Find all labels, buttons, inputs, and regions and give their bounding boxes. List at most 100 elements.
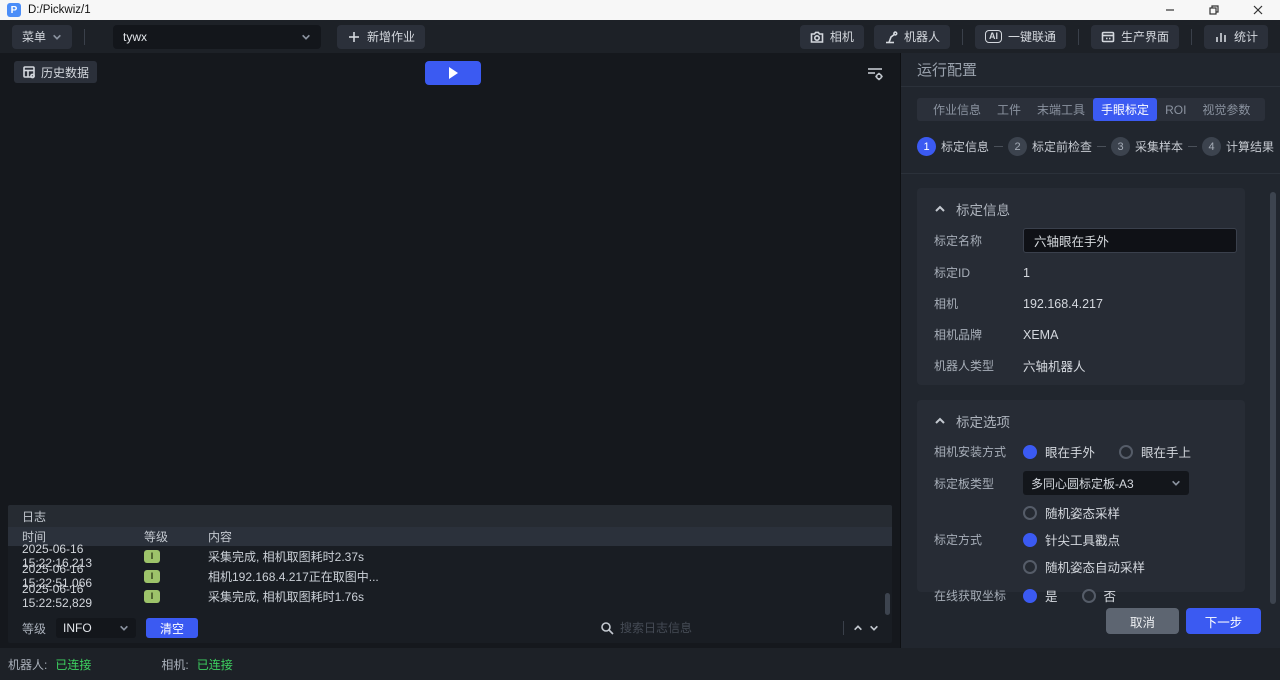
radio-tip-tool-poke[interactable]: 针尖工具戳点 bbox=[1023, 530, 1145, 549]
tab-workpiece[interactable]: 工件 bbox=[989, 98, 1029, 121]
radio-label: 眼在手上 bbox=[1141, 442, 1191, 461]
form-row-robot-type: 机器人类型 六轴机器人 bbox=[934, 354, 1245, 377]
tab-vision-params[interactable]: 视觉参数 bbox=[1194, 98, 1258, 121]
filter-gear-icon bbox=[866, 64, 884, 82]
next-step-button[interactable]: 下一步 bbox=[1186, 608, 1261, 634]
section-title: 标定选项 bbox=[956, 411, 1010, 431]
radio-online-yes[interactable]: 是 bbox=[1023, 586, 1058, 605]
tab-roi[interactable]: ROI bbox=[1157, 100, 1194, 120]
radio-icon bbox=[1023, 445, 1037, 459]
toolbar-divider bbox=[962, 29, 963, 45]
radio-online-no[interactable]: 否 bbox=[1082, 586, 1117, 605]
log-footer: 等级 INFO 清空 bbox=[8, 613, 892, 643]
menu-button[interactable]: 菜单 bbox=[12, 25, 72, 49]
step-4-label: 计算结果 bbox=[1226, 138, 1274, 155]
form-row-id: 标定ID 1 bbox=[934, 261, 1245, 284]
tab-job-info[interactable]: 作业信息 bbox=[925, 98, 989, 121]
robot-status-label: 机器人: bbox=[8, 656, 47, 673]
statusbar: 机器人: 已连接 相机: 已连接 bbox=[0, 648, 1280, 680]
clear-log-button[interactable]: 清空 bbox=[146, 618, 198, 638]
close-button[interactable] bbox=[1236, 0, 1280, 20]
minimize-button[interactable] bbox=[1148, 0, 1192, 20]
history-data-label: 历史数据 bbox=[41, 64, 89, 81]
view-settings-button[interactable] bbox=[862, 61, 888, 85]
history-data-button[interactable]: 历史数据 bbox=[14, 61, 97, 83]
search-next-button[interactable] bbox=[866, 620, 882, 636]
restore-button[interactable] bbox=[1192, 0, 1236, 20]
radio-label: 针尖工具戳点 bbox=[1045, 530, 1120, 549]
camera-button[interactable]: 相机 bbox=[800, 25, 864, 49]
toolbar-divider bbox=[84, 29, 85, 45]
panel-scrollbar[interactable] bbox=[1270, 192, 1276, 604]
new-job-button[interactable]: 新增作业 bbox=[337, 25, 425, 49]
step-2-label: 标定前检查 bbox=[1032, 138, 1092, 155]
panel-footer: 取消 下一步 bbox=[1106, 608, 1261, 634]
radio-eye-to-hand[interactable]: 眼在手外 bbox=[1023, 442, 1095, 461]
stats-button[interactable]: 统计 bbox=[1204, 25, 1268, 49]
step-3-circle[interactable]: 3 bbox=[1111, 137, 1130, 156]
radio-random-pose-auto[interactable]: 随机姿态自动采样 bbox=[1023, 557, 1145, 576]
toolbar-right: 相机 机器人 AI 一键联通 生产界面 统计 bbox=[800, 25, 1268, 49]
job-select[interactable]: tywx bbox=[113, 25, 321, 49]
field-label: 相机品牌 bbox=[934, 326, 1023, 343]
log-search bbox=[600, 617, 882, 639]
menu-label: 菜单 bbox=[22, 28, 46, 45]
production-button[interactable]: 生产界面 bbox=[1091, 25, 1179, 49]
search-prev-button[interactable] bbox=[850, 620, 866, 636]
radio-random-pose-sampling[interactable]: 随机姿态采样 bbox=[1023, 503, 1145, 522]
toolbar-divider bbox=[1078, 29, 1079, 45]
chevron-down-icon bbox=[119, 623, 129, 633]
step-4-circle[interactable]: 4 bbox=[1202, 137, 1221, 156]
section-header[interactable]: 标定选项 bbox=[934, 410, 1245, 432]
cancel-button[interactable]: 取消 bbox=[1106, 608, 1179, 634]
ai-link-button[interactable]: AI 一键联通 bbox=[975, 25, 1066, 49]
ai-link-label: 一键联通 bbox=[1008, 28, 1056, 45]
calibration-id-value: 1 bbox=[1023, 266, 1030, 280]
divider bbox=[901, 173, 1280, 174]
section-title: 标定信息 bbox=[956, 199, 1010, 219]
form-row-name: 标定名称 bbox=[934, 228, 1245, 253]
log-panel: 日志 时间 等级 内容 2025-06-16 15:22:16,213 I 采集… bbox=[8, 505, 892, 643]
tab-end-tool[interactable]: 末端工具 bbox=[1029, 98, 1093, 121]
radio-label: 随机姿态采样 bbox=[1045, 503, 1120, 522]
chevron-down-icon bbox=[1171, 478, 1181, 488]
robot-status-value: 已连接 bbox=[55, 656, 91, 673]
step-connector bbox=[994, 146, 1003, 147]
robot-button[interactable]: 机器人 bbox=[874, 25, 950, 49]
log-level-value: INFO bbox=[63, 621, 92, 635]
plus-icon bbox=[347, 30, 361, 44]
step-connector bbox=[1188, 146, 1197, 147]
log-level-select[interactable]: INFO bbox=[56, 618, 136, 638]
log-col-level: 等级 bbox=[144, 528, 208, 545]
step-2-circle[interactable]: 2 bbox=[1008, 137, 1027, 156]
collapse-icon bbox=[934, 415, 946, 427]
table-row[interactable]: 2025-06-16 15:22:52,829 I 采集完成, 相机取图耗时1.… bbox=[8, 586, 892, 606]
collapse-icon bbox=[934, 203, 946, 215]
robot-label: 机器人 bbox=[904, 28, 940, 45]
method-radio-group: 随机姿态采样 针尖工具戳点 随机姿态自动采样 bbox=[1023, 503, 1145, 576]
radio-icon bbox=[1023, 560, 1037, 574]
form-row-mount: 相机安装方式 眼在手外 眼在手上 bbox=[934, 440, 1245, 463]
log-content: 相机192.168.4.217正在取图中... bbox=[208, 568, 379, 585]
workspace: 历史数据 日志 时间 等级 内容 bbox=[0, 53, 900, 648]
wizard-steps: 1 标定信息 2 标定前检查 3 采集样本 4 计算结果 bbox=[917, 137, 1265, 156]
board-type-select[interactable]: 多同心圆标定板-A3 bbox=[1023, 471, 1189, 495]
chevron-up-icon bbox=[853, 623, 863, 633]
calibration-name-input[interactable] bbox=[1023, 228, 1237, 253]
tab-hand-eye-calibration[interactable]: 手眼标定 bbox=[1093, 98, 1157, 121]
app-logo-icon: P bbox=[7, 3, 21, 17]
robot-type-value: 六轴机器人 bbox=[1023, 356, 1086, 375]
radio-icon bbox=[1023, 506, 1037, 520]
step-1-label: 标定信息 bbox=[941, 138, 989, 155]
search-divider bbox=[843, 621, 844, 635]
toolbar-divider bbox=[1191, 29, 1192, 45]
step-1-circle[interactable]: 1 bbox=[917, 137, 936, 156]
radio-label: 随机姿态自动采样 bbox=[1045, 557, 1145, 576]
field-label: 标定板类型 bbox=[934, 475, 1023, 492]
run-button[interactable] bbox=[425, 61, 481, 85]
radio-eye-in-hand[interactable]: 眼在手上 bbox=[1119, 442, 1191, 461]
radio-label: 是 bbox=[1045, 586, 1058, 605]
search-input[interactable] bbox=[620, 621, 837, 635]
log-scrollbar[interactable] bbox=[885, 593, 890, 615]
section-header[interactable]: 标定信息 bbox=[934, 198, 1245, 220]
